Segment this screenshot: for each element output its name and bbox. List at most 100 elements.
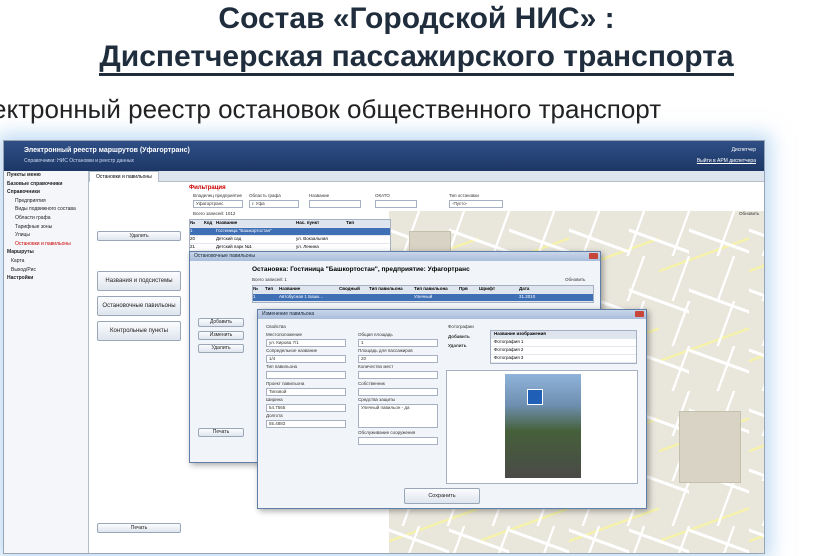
pavilion-grid: № Тип Название Сводный Тип павильона Тип пави… [252, 285, 594, 303]
stop-type-label: Тип остановки [449, 193, 479, 198]
area-select[interactable]: г. Уфа [249, 200, 299, 208]
sidebar-item[interactable]: Области графа [4, 214, 88, 223]
grid-header-cell: Тип [346, 220, 355, 225]
sidebar: Пункты меню Базовые справочники Справочник… [4, 171, 89, 553]
print-button[interactable]: Печать [198, 428, 244, 437]
length-label: Долгота [266, 413, 283, 418]
stop-heading: Остановка: Гостиница "Башкортостан", пре… [252, 266, 470, 273]
seats-field[interactable]: 20 [358, 355, 438, 363]
bus-sign-icon [527, 389, 543, 405]
pavilions-list-button[interactable]: Названия и подсистемы [97, 271, 181, 291]
company-select[interactable]: Уфагортранс [193, 200, 243, 208]
photo-list-item[interactable]: Фотография 2 [491, 347, 636, 355]
grid-header-cell: № [190, 220, 196, 225]
sidebar-item[interactable]: Пункты меню [4, 171, 88, 180]
sidebar-item[interactable]: Выход/Рис [4, 266, 88, 275]
sidebar-item[interactable]: Карта [4, 257, 88, 266]
delete-photo-link[interactable]: Удалить [448, 343, 466, 348]
add-photo-link[interactable]: Добавить [448, 334, 470, 339]
slide-title-line2: Диспетчерская пассажирского транспорта [0, 40, 833, 76]
grid-header-cell: Нас. пункт [296, 220, 320, 225]
grid-cell: 20 [190, 236, 196, 241]
okato-input[interactable] [375, 200, 417, 208]
table-row[interactable]: 20 Детский сад ул. Вокзальная [190, 236, 390, 244]
address-field[interactable]: ул. Кирова 7/1 [266, 339, 346, 347]
slide-title-line2-text: Диспетчерская пассажирского транспорта [99, 40, 734, 76]
name-input[interactable] [309, 200, 361, 208]
pavilion-grid-header: № Тип Название Сводный Тип павильона Тип пави… [253, 286, 593, 294]
sidebar-item[interactable]: Справочники [4, 188, 88, 197]
service-field[interactable] [358, 437, 438, 445]
service-label: Обслуживание сооружения [358, 430, 416, 435]
width-value: 54.7565 [269, 405, 286, 410]
section-photos: Фотографии [448, 324, 474, 329]
pavilion-header-cell: Тип [265, 286, 274, 291]
name-label: Название [309, 193, 330, 198]
sidebar-item[interactable]: Базовые справочники [4, 180, 88, 189]
tab-stops[interactable]: Остановки и павильоны [89, 171, 159, 182]
add-button[interactable]: Добавить [198, 318, 244, 327]
count-field[interactable] [358, 371, 438, 379]
seq-field[interactable]: 1/4 [266, 355, 346, 363]
sidebar-item[interactable]: Тарифные зоны [4, 223, 88, 232]
grid-cell: 1 [190, 228, 193, 233]
pavilion-cell: Автобусная 1 Башк... [279, 294, 323, 299]
slide-title: Состав «Городской НИС» : [218, 2, 615, 35]
photo-list-item[interactable]: Фотография 3 [491, 355, 636, 363]
type-select[interactable] [266, 371, 346, 379]
area-total-field[interactable]: 1 [358, 339, 438, 347]
width-field[interactable]: 54.7565 [266, 404, 346, 412]
width-label: Ширина [266, 397, 283, 402]
close-icon[interactable] [635, 311, 644, 317]
sidebar-item[interactable]: Улицы [4, 231, 88, 240]
seq-value: 1/4 [269, 356, 276, 361]
photo-preview [446, 370, 638, 484]
stops-pavilions-button[interactable]: Остановочные павильоны [97, 296, 181, 316]
sidebar-item[interactable]: Маршруты [4, 248, 88, 257]
owner-field[interactable] [358, 388, 438, 396]
stop-refresh-link[interactable]: Обновить [565, 277, 585, 282]
app-screenshot: Электронный реестр маршрутов (Уфагортран… [3, 140, 765, 554]
pavilion-row[interactable]: 1 Автобусная 1 Башк... Уличный 31.2010 [253, 294, 593, 302]
save-button[interactable]: Сохранить [404, 488, 480, 504]
sidebar-item[interactable]: Настройки [4, 274, 88, 283]
area-value: г. Уфа [252, 201, 265, 206]
notes-field[interactable]: Уличный павильон - да [358, 404, 438, 428]
delete-main-button[interactable]: Удалить [97, 231, 181, 241]
app-title: Электронный реестр маршрутов (Уфагортран… [24, 147, 190, 154]
grid-header-cell: Код [204, 220, 213, 225]
photo-list-item[interactable]: Фотография 1 [491, 339, 636, 347]
area-total-value: 1 [361, 340, 364, 345]
pavilion-cell: Уличный [414, 294, 433, 299]
pavilion-header-cell: № [253, 286, 259, 291]
area-label: Область графа [249, 193, 281, 198]
tab-bar: Остановки и павильоны [89, 171, 764, 182]
sidebar-item[interactable]: Виды подвижного состава [4, 205, 88, 214]
app-subtitle: Справочники: НИС Остановки и реестр данн… [24, 158, 135, 164]
area-total-label: Общая площадь [358, 332, 393, 337]
address-value: ул. Кирова 7/1 [269, 340, 299, 345]
stop-photo [505, 374, 581, 478]
pavilion-cell: 1 [253, 294, 256, 299]
user-name: Диспетчер [731, 147, 756, 153]
table-row[interactable]: 1 Гостиница "Башкортостан" [190, 228, 390, 236]
sidebar-item[interactable]: Остановки и павильоны [4, 240, 88, 249]
project-select[interactable]: Типовой [266, 388, 346, 396]
total-count: Всего записей: 1012 [193, 211, 236, 216]
sidebar-item[interactable]: Предприятия [4, 197, 88, 206]
refresh-link[interactable]: Обновить [739, 211, 759, 216]
delete-button[interactable]: Удалить [198, 344, 244, 353]
control-points-button[interactable]: Контрольные пункты [97, 321, 181, 341]
main-area: Остановки и павильоны Фильтрация Владеле… [89, 171, 764, 553]
edit-button[interactable]: Изменить [198, 331, 244, 340]
edit-pavilion-window: Изменение павильона Свойства Местоположе… [257, 309, 647, 509]
print-button-bottom[interactable]: Печать [97, 523, 181, 533]
close-icon[interactable] [589, 253, 598, 259]
seq-label: Сопредельное название [266, 348, 318, 353]
length-field[interactable]: 55.4883 [266, 420, 346, 428]
filter-label: Фильтрация [189, 185, 226, 191]
stop-type-select[interactable]: -Пусто- [449, 200, 503, 208]
exit-link[interactable]: Выйти в АРМ диспетчера [697, 158, 756, 164]
app-header: Электронный реестр маршрутов (Уфагортран… [4, 141, 764, 171]
grid-cell: Детский парк №1 [216, 244, 252, 249]
